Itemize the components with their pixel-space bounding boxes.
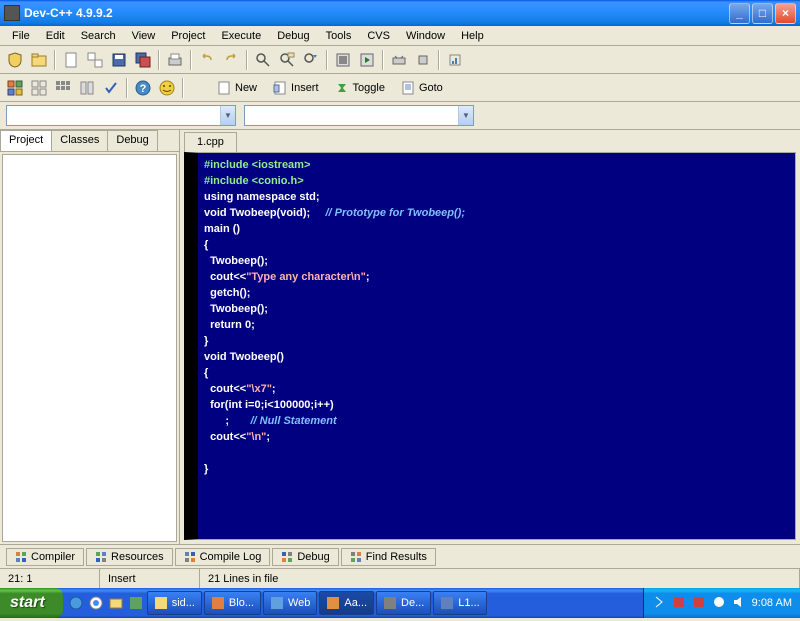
chrome-icon[interactable] (87, 594, 105, 612)
left-tab-classes[interactable]: Classes (51, 130, 108, 151)
ie-icon[interactable] (67, 594, 85, 612)
status-lines: 21 Lines in file (200, 569, 800, 588)
menu-view[interactable]: View (124, 28, 164, 44)
find-icon[interactable] (252, 49, 274, 71)
editor-tabs: 1.cpp (180, 130, 800, 152)
window-title: Dev-C++ 4.9.9.2 (24, 6, 729, 20)
close-button[interactable]: × (775, 3, 796, 24)
taskbar-task[interactable]: Web (263, 591, 317, 615)
redo-icon[interactable] (220, 49, 242, 71)
left-panel: ProjectClassesDebug (0, 130, 180, 544)
output-tab-compiler[interactable]: Compiler (6, 548, 84, 566)
menu-help[interactable]: Help (453, 28, 492, 44)
menu-debug[interactable]: Debug (269, 28, 317, 44)
check-icon[interactable] (100, 77, 122, 99)
output-tab-compile-log[interactable]: Compile Log (175, 548, 271, 566)
taskbar-task[interactable]: L1... (433, 591, 486, 615)
window-titlebar: Dev-C++ 4.9.9.2 _ □ × (0, 0, 800, 26)
output-tab-resources[interactable]: Resources (86, 548, 173, 566)
left-tab-project[interactable]: Project (0, 130, 52, 151)
function-combo[interactable]: ▼ (244, 105, 474, 126)
taskbar-task[interactable]: Aa... (319, 591, 374, 615)
tray-icon[interactable] (692, 595, 708, 611)
grid4-icon[interactable] (76, 77, 98, 99)
save-icon[interactable] (108, 49, 130, 71)
taskbar-task[interactable]: Blo... (204, 591, 261, 615)
tray-icon[interactable] (672, 595, 688, 611)
menu-window[interactable]: Window (398, 28, 453, 44)
app-icon (4, 5, 20, 21)
maximize-button[interactable]: □ (752, 3, 773, 24)
menu-edit[interactable]: Edit (38, 28, 73, 44)
grid3-icon[interactable] (52, 77, 74, 99)
insert-label: Insert (291, 82, 319, 94)
menu-tools[interactable]: Tools (318, 28, 360, 44)
goto-button[interactable]: Goto (394, 77, 450, 99)
output-tab-debug[interactable]: Debug (272, 548, 338, 566)
status-position: 21: 1 (0, 569, 100, 588)
new-label: New (235, 82, 257, 94)
minimize-button[interactable]: _ (729, 3, 750, 24)
debug-icon[interactable] (388, 49, 410, 71)
compile-icon[interactable] (332, 49, 354, 71)
volume-icon[interactable] (732, 595, 748, 611)
menu-search[interactable]: Search (73, 28, 124, 44)
project-tree[interactable] (2, 154, 177, 542)
open-project-icon[interactable] (28, 49, 50, 71)
class-combo[interactable]: ▼ (6, 105, 236, 126)
chevron-down-icon: ▼ (458, 106, 473, 125)
output-tabs: CompilerResourcesCompile LogDebugFind Re… (0, 544, 800, 568)
toggle-label: Toggle (353, 82, 385, 94)
tray-icon[interactable] (652, 595, 668, 611)
statusbar: 21: 1 Insert 21 Lines in file (0, 568, 800, 588)
toggle-button[interactable]: Toggle (328, 77, 392, 99)
chevron-down-icon: ▼ (220, 106, 235, 125)
toolbar-secondary: ? New Insert Toggle Goto (0, 74, 800, 102)
undo-icon[interactable] (196, 49, 218, 71)
goto-label: Goto (419, 82, 443, 94)
taskbar-task[interactable]: De... (376, 591, 431, 615)
print-icon[interactable] (164, 49, 186, 71)
code-editor[interactable]: #include <iostream>#include <conio.h>usi… (184, 152, 796, 540)
combo-bar: ▼ ▼ (0, 102, 800, 130)
grid1-icon[interactable] (4, 77, 26, 99)
menu-execute[interactable]: Execute (213, 28, 269, 44)
toolbar-main (0, 46, 800, 74)
system-tray[interactable]: 9:08 AM (643, 588, 800, 618)
tray-icon[interactable] (712, 595, 728, 611)
status-mode: Insert (100, 569, 200, 588)
left-tabs: ProjectClassesDebug (0, 130, 179, 152)
insert-button[interactable]: Insert (266, 77, 326, 99)
menu-project[interactable]: Project (163, 28, 213, 44)
grid2-icon[interactable] (28, 77, 50, 99)
start-button[interactable]: start (0, 588, 63, 618)
windows-taskbar: start sid...Blo...WebAa...De...L1... 9:0… (0, 588, 800, 618)
editor-tab[interactable]: 1.cpp (184, 132, 237, 152)
profile-icon[interactable] (444, 49, 466, 71)
help-icon[interactable]: ? (132, 77, 154, 99)
svg-text:?: ? (140, 83, 147, 95)
run-icon[interactable] (356, 49, 378, 71)
output-tab-find-results[interactable]: Find Results (341, 548, 436, 566)
app-icon[interactable] (127, 594, 145, 612)
save-all-icon[interactable] (132, 49, 154, 71)
replace-icon[interactable] (276, 49, 298, 71)
about-icon[interactable] (156, 77, 178, 99)
new-button[interactable]: New (210, 77, 264, 99)
explorer-icon[interactable] (107, 594, 125, 612)
stop-debug-icon[interactable] (412, 49, 434, 71)
menu-file[interactable]: File (4, 28, 38, 44)
taskbar-task[interactable]: sid... (147, 591, 202, 615)
menubar: FileEditSearchViewProjectExecuteDebugToo… (0, 26, 800, 46)
find-next-icon[interactable] (300, 49, 322, 71)
new-file-icon[interactable] (60, 49, 82, 71)
left-tab-debug[interactable]: Debug (107, 130, 157, 151)
new-project-icon[interactable] (84, 49, 106, 71)
clock: 9:08 AM (752, 597, 792, 609)
shield-icon[interactable] (4, 49, 26, 71)
menu-cvs[interactable]: CVS (359, 28, 398, 44)
